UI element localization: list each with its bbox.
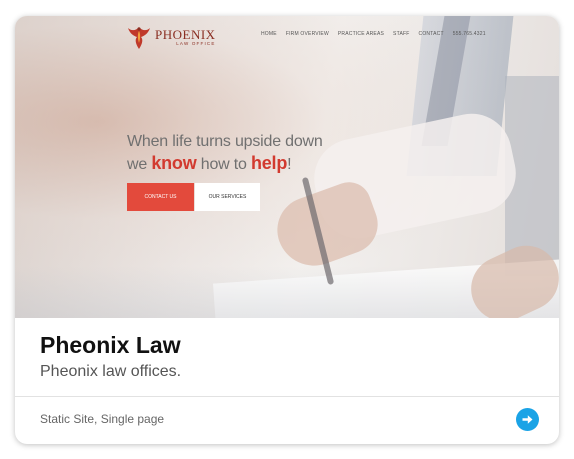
phoenix-logo-icon bbox=[128, 27, 150, 49]
nav-staff[interactable]: STAFF bbox=[393, 31, 409, 37]
headline-text: we bbox=[127, 156, 152, 173]
project-title: Pheonix Law bbox=[40, 332, 181, 358]
divider bbox=[15, 396, 559, 397]
website-preview[interactable]: PHOENIX LAW OFFICE HOME FIRM OVERVIEW PR… bbox=[15, 16, 559, 318]
site-logo[interactable]: PHOENIX LAW OFFICE bbox=[127, 23, 216, 51]
project-description: Pheonix law offices. bbox=[40, 363, 182, 380]
open-project-button[interactable] bbox=[516, 408, 539, 431]
arrow-right-circle-icon bbox=[522, 415, 533, 424]
project-tags: Static Site, Single page bbox=[40, 412, 165, 426]
nav-phone[interactable]: 555.765.4321 bbox=[453, 31, 486, 37]
nav-firm-overview[interactable]: FIRM OVERVIEW bbox=[286, 31, 329, 37]
hero-headline-line2: we know how to help! bbox=[127, 153, 292, 174]
hero-headline-line1: When life turns upside down bbox=[127, 133, 323, 150]
nav-home[interactable]: HOME bbox=[261, 31, 277, 37]
our-services-button[interactable]: OUR SERVICES bbox=[195, 183, 260, 211]
site-nav: HOME FIRM OVERVIEW PRACTICE AREAS STAFF … bbox=[261, 31, 486, 37]
project-card[interactable]: PHOENIX LAW OFFICE HOME FIRM OVERVIEW PR… bbox=[15, 16, 559, 444]
headline-text: ! bbox=[287, 156, 292, 173]
logo-subtitle: LAW OFFICE bbox=[176, 40, 216, 46]
headline-help: help bbox=[250, 153, 288, 173]
headline-text: how to bbox=[196, 156, 251, 173]
logo-name: PHOENIX bbox=[155, 26, 216, 42]
nav-contact[interactable]: CONTACT bbox=[419, 31, 444, 37]
headline-know: know bbox=[151, 153, 197, 173]
contact-us-button[interactable]: CONTACT US bbox=[127, 183, 194, 211]
nav-practice-areas[interactable]: PRACTICE AREAS bbox=[338, 31, 384, 37]
